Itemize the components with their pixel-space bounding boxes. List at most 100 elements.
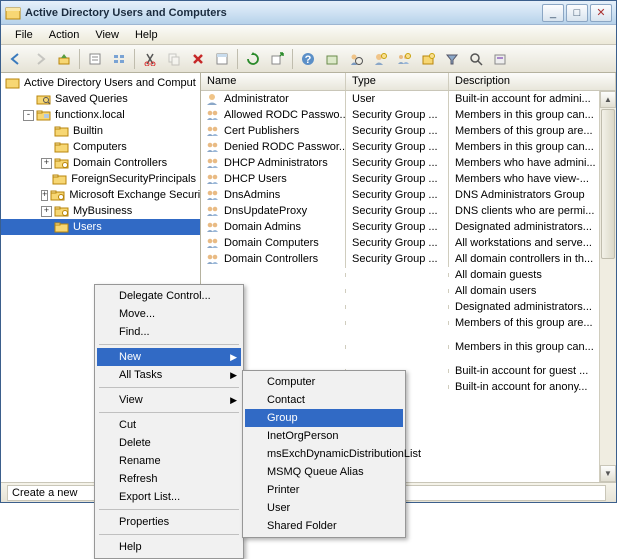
list-row[interactable]: AdministratorUserBuilt-in account for ad… xyxy=(201,91,616,107)
find-button[interactable] xyxy=(465,48,487,70)
menu-item[interactable]: Computer xyxy=(245,373,403,391)
list-row[interactable]: Designated administrators... xyxy=(201,299,616,315)
menu-item[interactable]: Delegate Control... xyxy=(97,287,241,305)
menu-action[interactable]: Action xyxy=(41,27,88,43)
tree-item[interactable]: Builtin xyxy=(1,123,200,139)
scroll-thumb[interactable] xyxy=(601,109,615,259)
menu-item[interactable]: Help xyxy=(97,538,241,556)
folder-icon xyxy=(54,124,70,138)
up-button[interactable] xyxy=(53,48,75,70)
menu-file[interactable]: File xyxy=(7,27,41,43)
menu-item[interactable]: All Tasks▶ xyxy=(97,366,241,384)
tree-item[interactable]: +Microsoft Exchange Securit xyxy=(1,187,200,203)
menu-item[interactable]: View▶ xyxy=(97,391,241,409)
delete-button[interactable] xyxy=(187,48,209,70)
menu-item[interactable]: New▶ xyxy=(97,348,241,366)
menu-item[interactable]: Printer xyxy=(245,481,403,499)
group-icon xyxy=(205,172,221,186)
cut-button[interactable] xyxy=(139,48,161,70)
menu-item[interactable]: Export List... xyxy=(97,488,241,506)
menu-view[interactable]: View xyxy=(87,27,127,43)
list-row[interactable] xyxy=(201,331,616,339)
list-row[interactable]: Cert PublishersSecurity Group ...Members… xyxy=(201,123,616,139)
ou-icon xyxy=(54,204,70,218)
group-icon xyxy=(205,140,221,154)
list-row[interactable]: DHCP UsersSecurity Group ...Members who … xyxy=(201,171,616,187)
new-group-button[interactable] xyxy=(393,48,415,70)
col-desc[interactable]: Description xyxy=(449,73,616,90)
list-row[interactable]: Members of this group are... xyxy=(201,315,616,331)
list-button[interactable] xyxy=(108,48,130,70)
tree-item[interactable]: Saved Queries xyxy=(1,91,200,107)
list-row[interactable]: DHCP AdministratorsSecurity Group ...Mem… xyxy=(201,155,616,171)
list-row[interactable]: Domain ComputersSecurity Group ...All wo… xyxy=(201,235,616,251)
filter-button[interactable] xyxy=(441,48,463,70)
minimize-button[interactable]: _ xyxy=(542,4,564,22)
copy-button[interactable] xyxy=(163,48,185,70)
menu-item[interactable]: Group xyxy=(245,409,403,427)
context-submenu-new[interactable]: ComputerContactGroupInetOrgPersonmsExchD… xyxy=(242,370,406,538)
tb-icon-2[interactable] xyxy=(345,48,367,70)
list-row[interactable]: Domain ControllersSecurity Group ...All … xyxy=(201,251,616,267)
menu-item[interactable]: Rename xyxy=(97,452,241,470)
list-row[interactable]: Allowed RODC Passwo...Security Group ...… xyxy=(201,107,616,123)
menu-item[interactable]: Refresh xyxy=(97,470,241,488)
menu-item[interactable]: Delete xyxy=(97,434,241,452)
menu-item[interactable]: msExchDynamicDistributionList xyxy=(245,445,403,463)
tree-item[interactable]: +MyBusiness xyxy=(1,203,200,219)
menu-item[interactable]: User xyxy=(245,499,403,517)
titlebar[interactable]: Active Directory Users and Computers _ □… xyxy=(1,1,616,25)
col-type[interactable]: Type xyxy=(346,73,449,90)
scrollbar[interactable]: ▲ ▼ xyxy=(599,91,616,482)
properties-button[interactable] xyxy=(84,48,106,70)
menu-item[interactable]: Find... xyxy=(97,323,241,341)
list-row[interactable]: All domain users xyxy=(201,283,616,299)
tree-item[interactable]: -functionx.local xyxy=(1,107,200,123)
menu-item[interactable]: Move... xyxy=(97,305,241,323)
col-name[interactable]: Name xyxy=(201,73,346,90)
forward-button[interactable] xyxy=(29,48,51,70)
scroll-up-button[interactable]: ▲ xyxy=(600,91,616,108)
tree-item[interactable]: +Domain Controllers xyxy=(1,155,200,171)
list-header[interactable]: Name Type Description xyxy=(201,73,616,91)
help-button[interactable]: ? xyxy=(297,48,319,70)
context-menu[interactable]: Delegate Control...Move...Find... New▶All… xyxy=(94,284,244,559)
maximize-button[interactable]: □ xyxy=(566,4,588,22)
export-button[interactable] xyxy=(266,48,288,70)
back-button[interactable] xyxy=(5,48,27,70)
new-user-button[interactable] xyxy=(369,48,391,70)
tree-item[interactable]: ForeignSecurityPrincipals xyxy=(1,171,200,187)
menu-item[interactable]: Cut xyxy=(97,416,241,434)
list-row[interactable]: Domain AdminsSecurity Group ...Designate… xyxy=(201,219,616,235)
expand-toggle[interactable]: + xyxy=(41,190,48,201)
list-row[interactable]: Members in this group can... xyxy=(201,339,616,355)
menu-item[interactable]: MSMQ Queue Alias xyxy=(245,463,403,481)
list-row[interactable] xyxy=(201,355,616,363)
tb-icon-1[interactable] xyxy=(321,48,343,70)
group-icon xyxy=(205,108,221,122)
list-row[interactable]: DnsAdminsSecurity Group ...DNS Administr… xyxy=(201,187,616,203)
expand-toggle[interactable]: - xyxy=(23,110,34,121)
group-icon xyxy=(205,252,221,266)
list-row[interactable]: DnsUpdateProxySecurity Group ...DNS clie… xyxy=(201,203,616,219)
tree-root[interactable]: Active Directory Users and Comput xyxy=(1,75,200,91)
tree-item[interactable]: Users xyxy=(1,219,200,235)
menu-help[interactable]: Help xyxy=(127,27,166,43)
menu-item[interactable]: Properties xyxy=(97,513,241,531)
expand-toggle[interactable]: + xyxy=(41,158,52,169)
menu-item[interactable]: InetOrgPerson xyxy=(245,427,403,445)
tb-icon-3[interactable] xyxy=(489,48,511,70)
props-button[interactable] xyxy=(211,48,233,70)
refresh-button[interactable] xyxy=(242,48,264,70)
group-icon xyxy=(205,220,221,234)
expand-toggle[interactable]: + xyxy=(41,206,52,217)
menu-item[interactable]: Contact xyxy=(245,391,403,409)
close-button[interactable]: ✕ xyxy=(590,4,612,22)
list-row[interactable]: All domain guests xyxy=(201,267,616,283)
list-row[interactable]: Denied RODC Passwor...Security Group ...… xyxy=(201,139,616,155)
new-ou-button[interactable] xyxy=(417,48,439,70)
tree-item[interactable]: Computers xyxy=(1,139,200,155)
scroll-down-button[interactable]: ▼ xyxy=(600,465,616,482)
folder-icon xyxy=(52,172,68,186)
menu-item[interactable]: Shared Folder xyxy=(245,517,403,535)
